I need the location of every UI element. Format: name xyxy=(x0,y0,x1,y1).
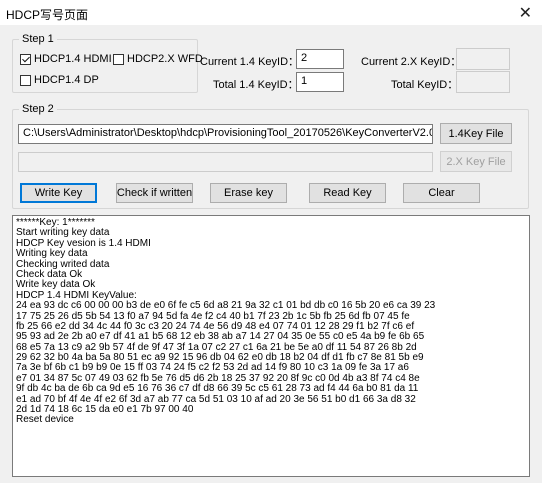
erase-key-button[interactable]: Erase key xyxy=(210,183,287,203)
total14-keyid-label: Total 1.4 KeyID： xyxy=(213,79,299,91)
hdcp14-hdmi-checkbox[interactable]: HDCP1.4 HDMI xyxy=(20,53,112,65)
step1-legend: Step 1 xyxy=(22,33,54,45)
total14-keyid-field[interactable]: 1 xyxy=(296,72,344,92)
hdcp2x-wfd-checkbox-box[interactable] xyxy=(113,53,124,65)
key2x-file-path-field[interactable] xyxy=(18,152,433,172)
hdcp14-dp-label: HDCP1.4 DP xyxy=(34,74,99,86)
current14-keyid-label: Current 1.4 KeyID： xyxy=(200,56,300,68)
log-output-textarea[interactable]: ******Key: 1******* Start writing key dat… xyxy=(12,215,530,477)
current2x-keyid-label: Current 2.X KeyID： xyxy=(361,56,462,68)
title-bar: HDCP写号页面 ✕ xyxy=(0,0,542,26)
key2x-file-button[interactable]: 2.X Key File xyxy=(440,151,512,172)
hdcp2x-wfd-checkbox[interactable]: HDCP2.X WFD xyxy=(113,53,203,65)
log-line: 24 ea 93 dc c6 00 00 00 b3 de e0 6f fe c… xyxy=(16,300,436,312)
clear-button[interactable]: Clear xyxy=(403,183,480,203)
check-if-written-button[interactable]: Check if written xyxy=(116,183,193,203)
current14-keyid-field[interactable]: 2 xyxy=(296,49,344,69)
window-title: HDCP写号页面 xyxy=(6,8,89,22)
total-keyid-field[interactable] xyxy=(456,71,510,93)
hdcp14-hdmi-checkbox-box[interactable] xyxy=(20,53,31,65)
write-key-button[interactable]: Write Key xyxy=(20,183,97,203)
key14-file-path-field[interactable]: C:\Users\Administrator\Desktop\hdcp\Prov… xyxy=(18,124,433,144)
read-key-button[interactable]: Read Key xyxy=(309,183,386,203)
key14-file-button[interactable]: 1.4Key File xyxy=(440,123,512,144)
close-icon[interactable]: ✕ xyxy=(519,3,532,23)
total-keyid-label: Total KeyID： xyxy=(391,79,459,91)
log-line: HDCP Key vesion is 1.4 HDMI xyxy=(16,237,151,249)
log-line: Reset device xyxy=(16,414,74,426)
hdcp2x-wfd-label: HDCP2.X WFD xyxy=(127,53,203,65)
hdcp14-dp-checkbox-box[interactable] xyxy=(20,74,31,86)
log-line: 2d 1d 74 18 6c 15 da e0 e1 7b 97 00 40 xyxy=(16,404,194,416)
current2x-keyid-field[interactable] xyxy=(456,48,510,70)
log-line: Writing key data xyxy=(16,248,88,260)
step2-legend: Step 2 xyxy=(22,103,54,115)
window-client-area: Step 1 HDCP1.4 HDMI HDCP2.X WFD HDCP1.4 … xyxy=(0,25,542,483)
log-line: Checking writed data xyxy=(16,258,110,270)
hdcp14-hdmi-label: HDCP1.4 HDMI xyxy=(34,53,112,65)
hdcp14-dp-checkbox[interactable]: HDCP1.4 DP xyxy=(20,74,99,86)
